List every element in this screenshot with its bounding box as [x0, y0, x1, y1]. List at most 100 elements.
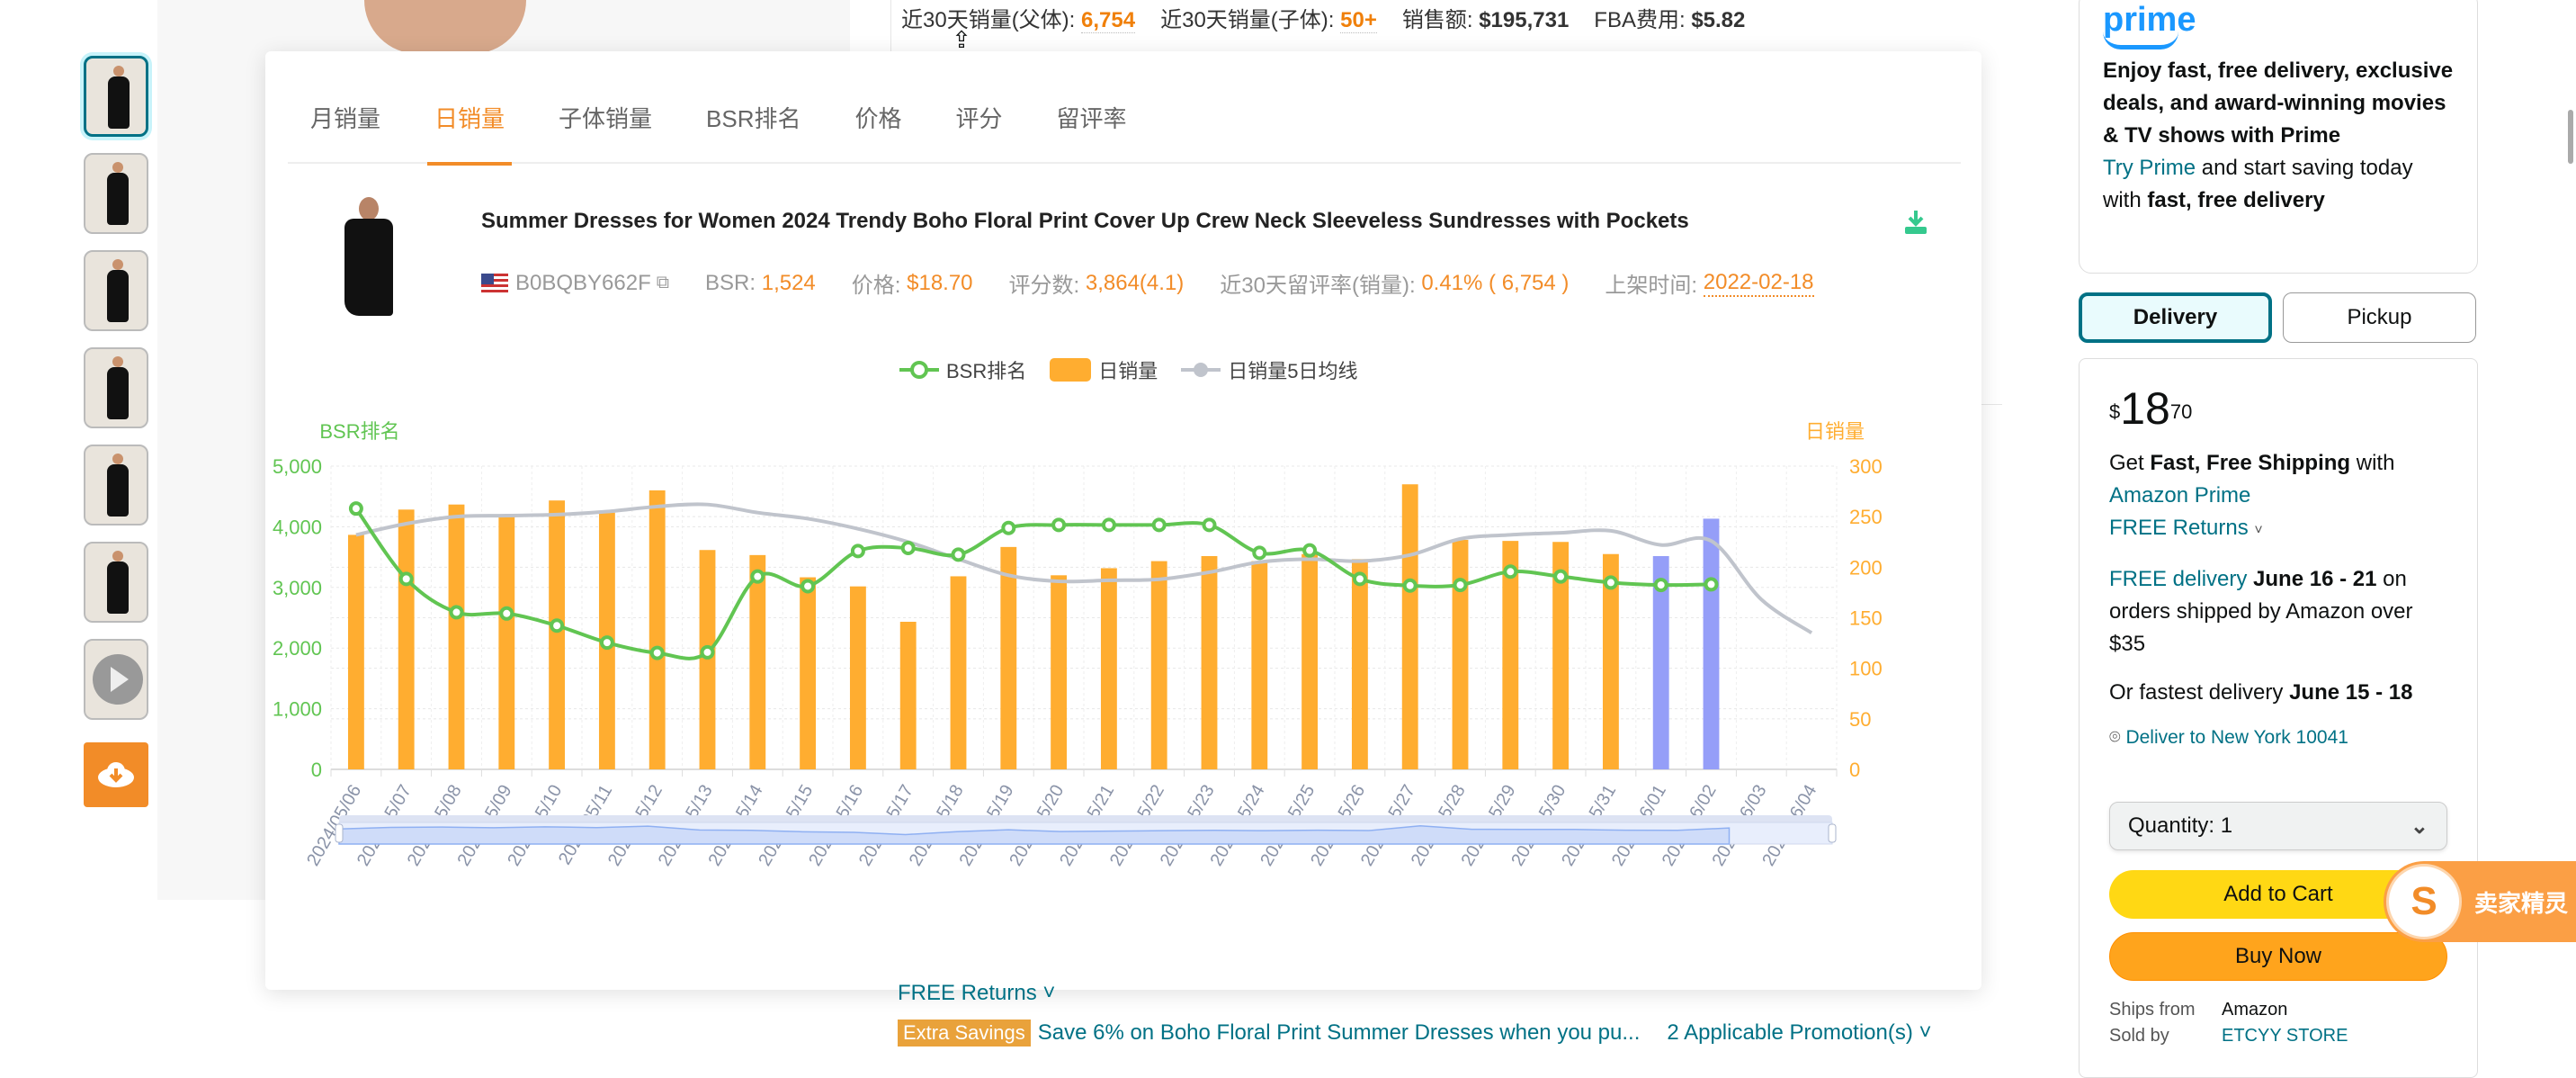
- y-left-tick-label: 5,000: [273, 455, 322, 478]
- point-bsr: [750, 569, 765, 584]
- bar-daily-sales: [1100, 568, 1117, 769]
- extra-savings-badge: Extra Savings: [898, 1020, 1031, 1047]
- point-bsr: [599, 635, 614, 651]
- model-photo: [364, 0, 526, 54]
- y-left-tick-label: 2,000: [273, 637, 322, 660]
- daily-sales-chart: BSR排名 日销量 0 1,000 2,000 3,000 4,000 5,000 0 50 100…: [273, 420, 1883, 869]
- applicable-promotions-link[interactable]: 2 Applicable Promotion(s) ˅: [1667, 1020, 1931, 1046]
- datazoom-handle-left[interactable]: [335, 823, 344, 843]
- point-bsr: [1704, 577, 1719, 592]
- y-right-tick-label: 250: [1849, 506, 1883, 528]
- page-scrollbar[interactable]: [2568, 110, 2573, 164]
- delivery-tab[interactable]: Delivery: [2079, 292, 2272, 343]
- try-prime-link[interactable]: Try Prime: [2103, 156, 2196, 180]
- thumbnail-4[interactable]: [84, 347, 148, 428]
- metric-revenue: 销售额: $195,731: [1401, 7, 1570, 32]
- y-left-tick-label: 0: [311, 759, 322, 781]
- point-bsr: [1001, 520, 1016, 535]
- y-right-tick-label: 300: [1849, 455, 1883, 478]
- bar-daily-sales: [1150, 561, 1167, 769]
- promotion-text[interactable]: Save 6% on Boho Floral Print Summer Dres…: [1038, 1020, 1641, 1046]
- thumb-image-dress: [108, 76, 130, 129]
- top-metrics-bar: 近30天销量(父体): 6,754 近30天销量(子体): 50+ 销售额: $…: [901, 0, 1745, 34]
- point-bsr: [700, 644, 715, 660]
- point-bsr: [1051, 517, 1067, 533]
- bar-daily-sales: [448, 504, 465, 769]
- point-bsr: [1402, 578, 1418, 593]
- point-bsr: [1252, 545, 1267, 561]
- point-bsr: [649, 645, 665, 660]
- bar-daily-sales: [749, 554, 766, 769]
- seller-sprite-badge[interactable]: S 卖家精灵: [2384, 861, 2576, 942]
- bar-daily-sales: [1301, 553, 1319, 769]
- point-bsr: [348, 501, 363, 517]
- y-left-tick-label: 4,000: [273, 516, 322, 538]
- metric-child-sales: 近30天销量(子体): 50+: [1160, 7, 1377, 33]
- thumbnail-3[interactable]: [84, 250, 148, 331]
- thumbnail-video[interactable]: [84, 639, 148, 720]
- point-bsr: [1202, 517, 1217, 533]
- buy-now-button[interactable]: Buy Now: [2109, 932, 2447, 981]
- bar-daily-sales: [950, 576, 967, 769]
- bar-daily-sales: [648, 490, 666, 769]
- thumbnail-1[interactable]: [84, 56, 148, 137]
- bar-daily-sales: [1452, 540, 1469, 769]
- bar-daily-sales: [1351, 559, 1368, 769]
- y-right-tick-label: 50: [1849, 708, 1871, 731]
- bar-daily-sales: [498, 516, 515, 769]
- y-left-tick-label: 3,000: [273, 577, 322, 599]
- prime-pitch: Enjoy fast, free delivery, exclusive dea…: [2103, 58, 2454, 148]
- seller-sprite-logo-icon: S: [2386, 864, 2462, 939]
- thumbnail-6[interactable]: [84, 542, 148, 623]
- free-returns-link[interactable]: FREE Returns ˅: [2109, 512, 2447, 547]
- chevron-down-icon: ˅: [2254, 523, 2263, 538]
- location-pin-icon: ⌾: [2109, 727, 2121, 748]
- bar-daily-sales: [800, 577, 817, 769]
- y-right-tick-label: 100: [1849, 658, 1883, 680]
- point-bsr: [1453, 578, 1468, 593]
- fastest-delivery-info: Or fastest delivery June 15 - 18: [2109, 680, 2413, 705]
- thumbnail-5[interactable]: [84, 445, 148, 526]
- prime-logo: prime: [2103, 1, 2196, 39]
- datazoom-handle-right[interactable]: [1828, 823, 1837, 843]
- y-right-axis-title: 日销量: [1805, 420, 1865, 443]
- bar-daily-sales: [549, 500, 566, 769]
- bar-daily-sales: [699, 550, 716, 769]
- bar-daily-sales: [1251, 561, 1268, 769]
- shipping-offer: Get Fast, Free Shipping with: [2109, 451, 2395, 475]
- point-bsr: [449, 605, 464, 620]
- point-bsr: [499, 606, 514, 621]
- seller-sprite-label: 卖家精灵: [2474, 889, 2569, 917]
- bar-daily-sales: [1401, 484, 1418, 769]
- point-bsr: [1653, 578, 1668, 593]
- play-icon: [93, 654, 143, 705]
- bar-daily-sales: [1051, 575, 1068, 769]
- free-returns-link-bottom[interactable]: FREE Returns ˅: [898, 981, 1055, 1006]
- bar-daily-sales: [398, 509, 415, 769]
- prime-trial-text: Try Prime and start saving today with fa…: [2103, 156, 2413, 212]
- buybox-price: $1870: [2109, 383, 2193, 434]
- amazon-prime-link[interactable]: Amazon Prime: [2109, 480, 2447, 512]
- cloud-download-button[interactable]: [84, 742, 148, 807]
- point-bsr: [1553, 569, 1569, 584]
- y-right-tick-label: 200: [1849, 556, 1883, 579]
- thumbnail-2[interactable]: [84, 153, 148, 234]
- point-bsr: [1101, 517, 1116, 533]
- bar-daily-sales: [899, 621, 917, 769]
- quantity-select[interactable]: Quantity: 1 ⌄: [2109, 802, 2447, 850]
- point-bsr: [951, 547, 966, 562]
- point-bsr: [1603, 575, 1618, 590]
- seller-link[interactable]: ETCYY STORE: [2222, 1026, 2348, 1047]
- pickup-tab[interactable]: Pickup: [2283, 292, 2476, 343]
- sales-trend-popup: 月销量 日销量 子体销量 BSR排名 价格 评分 留评率 Summer Dres…: [265, 51, 1981, 990]
- chevron-down-icon: ⌄: [2410, 813, 2428, 839]
- y-right-tick-label: 0: [1849, 759, 1860, 781]
- y-right-tick-label: 150: [1849, 607, 1883, 630]
- point-bsr: [801, 579, 816, 594]
- deliver-to-link[interactable]: ⌾ Deliver to New York 10041: [2109, 722, 2447, 754]
- point-bsr: [550, 618, 565, 633]
- bar-daily-sales: [347, 535, 364, 769]
- thumb-image: [113, 66, 124, 76]
- buy-box: $1870 Get Fast, Free Shipping with Amazo…: [2079, 358, 2478, 1078]
- point-bsr: [398, 571, 414, 587]
